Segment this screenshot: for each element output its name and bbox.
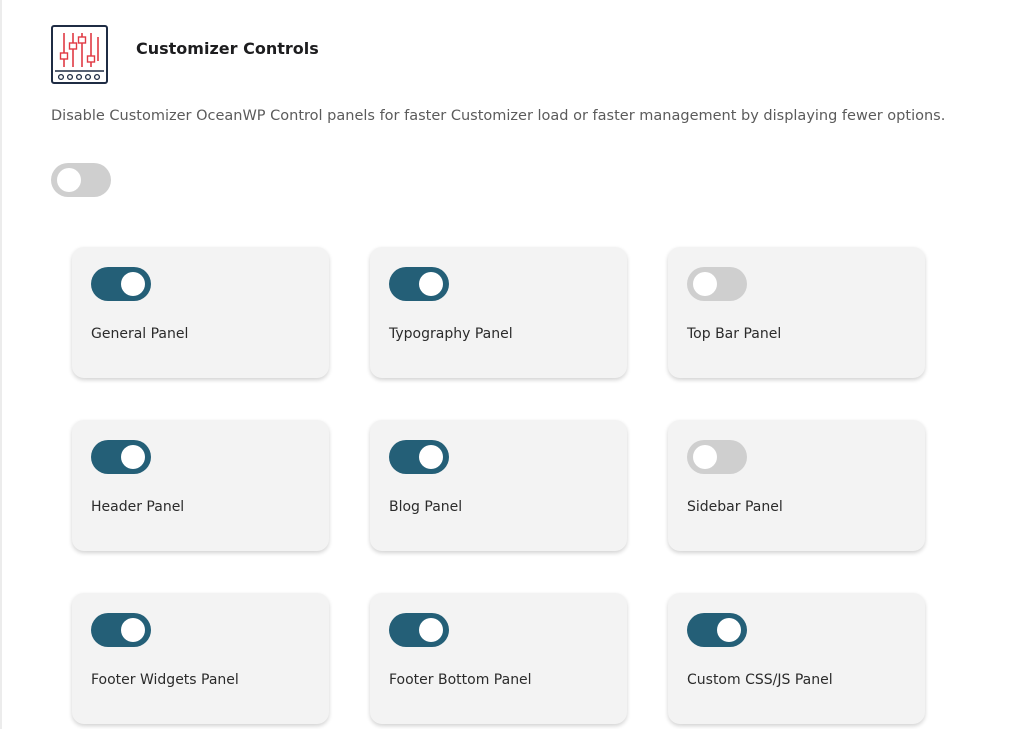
header-panel-toggle[interactable]	[91, 440, 151, 474]
footer-bottom-panel-toggle[interactable]	[389, 613, 449, 647]
blog-panel-toggle[interactable]	[389, 440, 449, 474]
typography-panel-toggle[interactable]	[389, 267, 449, 301]
toggle-knob	[419, 445, 443, 469]
toggle-knob	[121, 445, 145, 469]
panel-label: Header Panel	[91, 499, 185, 515]
header	[51, 25, 108, 84]
toggle-knob	[693, 445, 717, 469]
panel-label: Footer Widgets Panel	[91, 672, 239, 688]
panel-card-header: Header Panel	[72, 420, 329, 551]
page-title: Customizer Controls	[136, 39, 319, 58]
panel-label: Typography Panel	[389, 326, 513, 342]
toggle-knob	[419, 272, 443, 296]
panel-card-top-bar: Top Bar Panel	[668, 247, 925, 378]
panel-card-footer-bottom: Footer Bottom Panel	[370, 593, 627, 724]
panel-card-blog: Blog Panel	[370, 420, 627, 551]
panel-label: Top Bar Panel	[687, 326, 782, 342]
panel-card-general: General Panel	[72, 247, 329, 378]
top-bar-panel-toggle[interactable]	[687, 267, 747, 301]
toggle-knob	[57, 168, 81, 192]
panel-label: Blog Panel	[389, 499, 463, 515]
toggle-knob	[717, 618, 741, 642]
description-text: Disable Customizer OceanWP Control panel…	[51, 108, 946, 124]
panel-label: Footer Bottom Panel	[389, 672, 532, 688]
toggle-knob	[693, 272, 717, 296]
panel-card-typography: Typography Panel	[370, 247, 627, 378]
toggle-knob	[419, 618, 443, 642]
panel-card-sidebar: Sidebar Panel	[668, 420, 925, 551]
panel-card-custom-css-js: Custom CSS/JS Panel	[668, 593, 925, 724]
toggle-knob	[121, 272, 145, 296]
panel-label: General Panel	[91, 326, 189, 342]
custom-css-js-panel-toggle[interactable]	[687, 613, 747, 647]
master-toggle[interactable]	[51, 163, 111, 197]
sliders-icon	[51, 25, 108, 84]
toggle-knob	[121, 618, 145, 642]
footer-widgets-panel-toggle[interactable]	[91, 613, 151, 647]
left-border	[0, 0, 2, 729]
panel-grid: General Panel Typography Panel Top Bar P…	[72, 247, 925, 724]
general-panel-toggle[interactable]	[91, 267, 151, 301]
panel-label: Sidebar Panel	[687, 499, 783, 515]
panel-label: Custom CSS/JS Panel	[687, 672, 833, 688]
panel-card-footer-widgets: Footer Widgets Panel	[72, 593, 329, 724]
sidebar-panel-toggle[interactable]	[687, 440, 747, 474]
